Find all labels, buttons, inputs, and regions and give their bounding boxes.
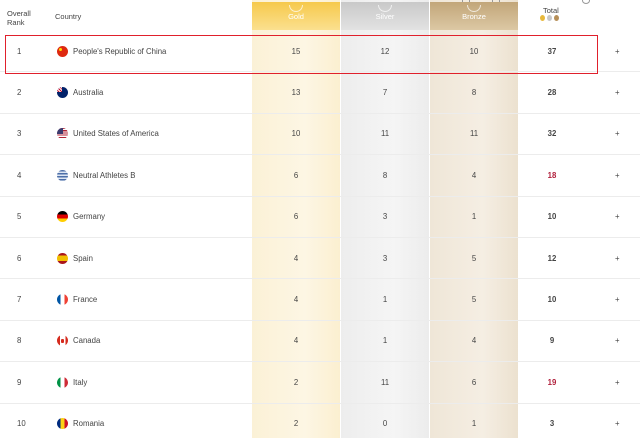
silver-count: 11 bbox=[380, 377, 390, 387]
rank-cell: 7 bbox=[17, 295, 22, 305]
silver-count: 12 bbox=[380, 46, 390, 56]
total-medals-icon bbox=[540, 15, 559, 21]
expand-plus-icon[interactable]: + bbox=[615, 238, 620, 278]
header-country[interactable]: Country bbox=[55, 12, 81, 21]
usa-flag-icon bbox=[57, 128, 68, 140]
bronze-count: 5 bbox=[471, 253, 477, 263]
silver-count: 0 bbox=[382, 419, 388, 429]
total-count: 3 bbox=[549, 419, 555, 429]
silver-count: 11 bbox=[380, 129, 390, 139]
silver-count: 3 bbox=[382, 212, 388, 222]
gold-count: 2 bbox=[293, 419, 299, 429]
header-bronze[interactable]: Bronze bbox=[430, 2, 518, 30]
canada-flag-icon bbox=[57, 335, 68, 347]
australia-flag-icon bbox=[57, 87, 68, 99]
bronze-count: 1 bbox=[471, 212, 477, 222]
neutral-athletes-flag-icon bbox=[57, 169, 68, 181]
total-count: 18 bbox=[547, 170, 557, 180]
italy-flag-icon bbox=[57, 376, 68, 388]
table-row[interactable]: 10 Romania 2 0 1 3 + bbox=[0, 404, 640, 438]
bronze-count: 6 bbox=[471, 377, 477, 387]
gold-count: 4 bbox=[293, 253, 299, 263]
germany-flag-icon bbox=[57, 211, 68, 223]
expand-plus-icon[interactable]: + bbox=[615, 197, 620, 237]
rank-cell: 10 bbox=[17, 419, 26, 429]
table-row[interactable]: 3 United States of America 10 11 11 32 + bbox=[0, 114, 640, 156]
header-gold[interactable]: Gold bbox=[252, 2, 340, 30]
gold-count: 4 bbox=[293, 336, 299, 346]
total-count: 10 bbox=[547, 212, 557, 222]
total-count: 10 bbox=[547, 295, 557, 305]
country-name[interactable]: Australia bbox=[73, 72, 103, 112]
expand-plus-icon[interactable]: + bbox=[615, 72, 620, 112]
table-row[interactable]: 1 People's Republic of China 15 12 10 37… bbox=[0, 31, 640, 73]
expand-plus-icon[interactable]: + bbox=[615, 404, 620, 438]
expand-plus-icon[interactable]: + bbox=[615, 31, 620, 71]
gold-count: 6 bbox=[293, 170, 299, 180]
total-count: 37 bbox=[547, 46, 557, 56]
bronze-count: 4 bbox=[471, 170, 477, 180]
country-name[interactable]: Canada bbox=[73, 321, 100, 361]
gold-count: 4 bbox=[293, 295, 299, 305]
country-name[interactable]: Germany bbox=[73, 197, 105, 237]
gold-count: 13 bbox=[291, 88, 301, 98]
rank-cell: 6 bbox=[17, 253, 22, 263]
table-row[interactable]: 5 Germany 6 3 1 10 + bbox=[0, 197, 640, 238]
country-name[interactable]: Romania bbox=[73, 404, 104, 438]
table-row[interactable]: 8 Canada 4 1 4 9 + bbox=[0, 321, 640, 363]
expand-plus-icon[interactable]: + bbox=[615, 114, 620, 154]
bronze-count: 11 bbox=[469, 129, 479, 139]
gold-count: 10 bbox=[291, 129, 301, 139]
country-name[interactable]: Italy bbox=[73, 362, 87, 402]
total-count: 9 bbox=[549, 336, 555, 346]
expand-plus-icon[interactable]: + bbox=[615, 155, 620, 195]
bronze-count: 8 bbox=[471, 88, 477, 98]
expand-plus-icon[interactable]: + bbox=[615, 279, 620, 319]
table-row[interactable]: 2 Australia 13 7 8 28 + bbox=[0, 72, 640, 114]
total-count: 12 bbox=[547, 253, 557, 263]
country-name[interactable]: Spain bbox=[73, 238, 93, 278]
silver-count: 3 bbox=[382, 253, 388, 263]
rank-cell: 5 bbox=[17, 212, 22, 222]
silver-count: 1 bbox=[382, 336, 388, 346]
france-flag-icon bbox=[57, 294, 68, 306]
header-overall-rank[interactable]: Overall Rank bbox=[7, 9, 31, 27]
bronze-count: 5 bbox=[471, 295, 477, 305]
rank-cell: 3 bbox=[17, 129, 22, 139]
gold-count: 15 bbox=[291, 46, 301, 56]
bronze-count: 10 bbox=[469, 46, 479, 56]
silver-count: 1 bbox=[382, 295, 388, 305]
table-row[interactable]: 6 Spain 4 3 5 12 + bbox=[0, 238, 640, 280]
header-total[interactable]: Total bbox=[543, 6, 559, 15]
expand-plus-icon[interactable]: + bbox=[615, 321, 620, 361]
gold-count: 6 bbox=[293, 212, 299, 222]
spain-flag-icon bbox=[57, 252, 68, 264]
table-row[interactable]: 4 Neutral Athletes B 6 8 4 18 + bbox=[0, 155, 640, 197]
rank-cell: 8 bbox=[17, 336, 22, 346]
total-count: 19 bbox=[547, 377, 557, 387]
bronze-count: 4 bbox=[471, 336, 477, 346]
rank-cell: 4 bbox=[17, 170, 22, 180]
country-name[interactable]: France bbox=[73, 279, 97, 319]
rank-cell: 1 bbox=[17, 46, 22, 56]
romania-flag-icon bbox=[57, 418, 68, 430]
country-name[interactable]: Neutral Athletes B bbox=[73, 155, 135, 195]
gold-count: 2 bbox=[293, 377, 299, 387]
medal-table-body: 1 People's Republic of China 15 12 10 37… bbox=[0, 31, 640, 438]
china-flag-icon bbox=[57, 45, 68, 57]
country-name[interactable]: People's Republic of China bbox=[73, 31, 166, 71]
table-row[interactable]: 9 Italy 2 11 6 19 + bbox=[0, 362, 640, 404]
silver-count: 7 bbox=[382, 88, 388, 98]
table-row[interactable]: 7 France 4 1 5 10 + bbox=[0, 279, 640, 321]
header-silver[interactable]: Silver bbox=[341, 2, 429, 30]
country-name[interactable]: United States of America bbox=[73, 114, 159, 154]
total-count: 28 bbox=[547, 88, 557, 98]
rank-cell: 9 bbox=[17, 377, 22, 387]
rank-cell: 2 bbox=[17, 88, 22, 98]
expand-plus-icon[interactable]: + bbox=[615, 362, 620, 402]
bronze-count: 1 bbox=[471, 419, 477, 429]
total-count: 32 bbox=[547, 129, 557, 139]
silver-count: 8 bbox=[382, 170, 388, 180]
